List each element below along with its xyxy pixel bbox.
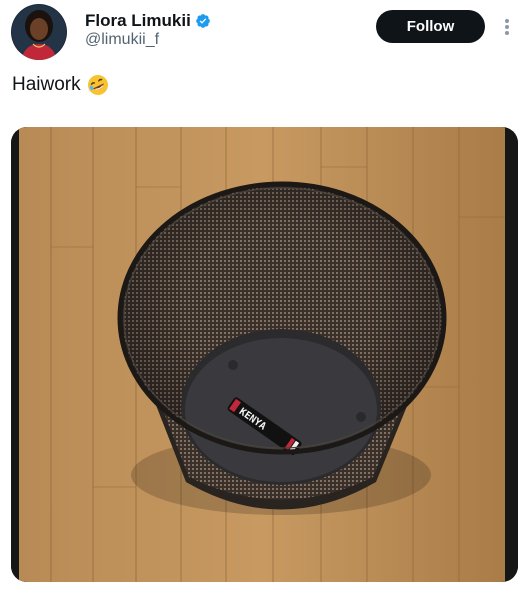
tweet-photo[interactable]: KENYA [11,127,518,582]
tweet-card: Flora Limukii @limukii_f Follow Haiwork [0,0,531,592]
tweet-text: Haiwork [12,74,109,96]
author-name-row: Flora Limukii [85,11,211,31]
avatar-photo [11,4,67,60]
author-display-name[interactable]: Flora Limukii [85,11,191,31]
wastebasket-photo: KENYA [11,127,518,582]
more-options-icon[interactable] [498,14,516,40]
verified-badge-icon [195,13,211,29]
avatar[interactable] [11,4,67,60]
author-handle[interactable]: @limukii_f [85,31,159,49]
follow-button[interactable]: Follow [376,10,485,43]
rolling-laughing-emoji-icon [87,74,109,96]
tweet-text-content: Haiwork [12,74,81,95]
